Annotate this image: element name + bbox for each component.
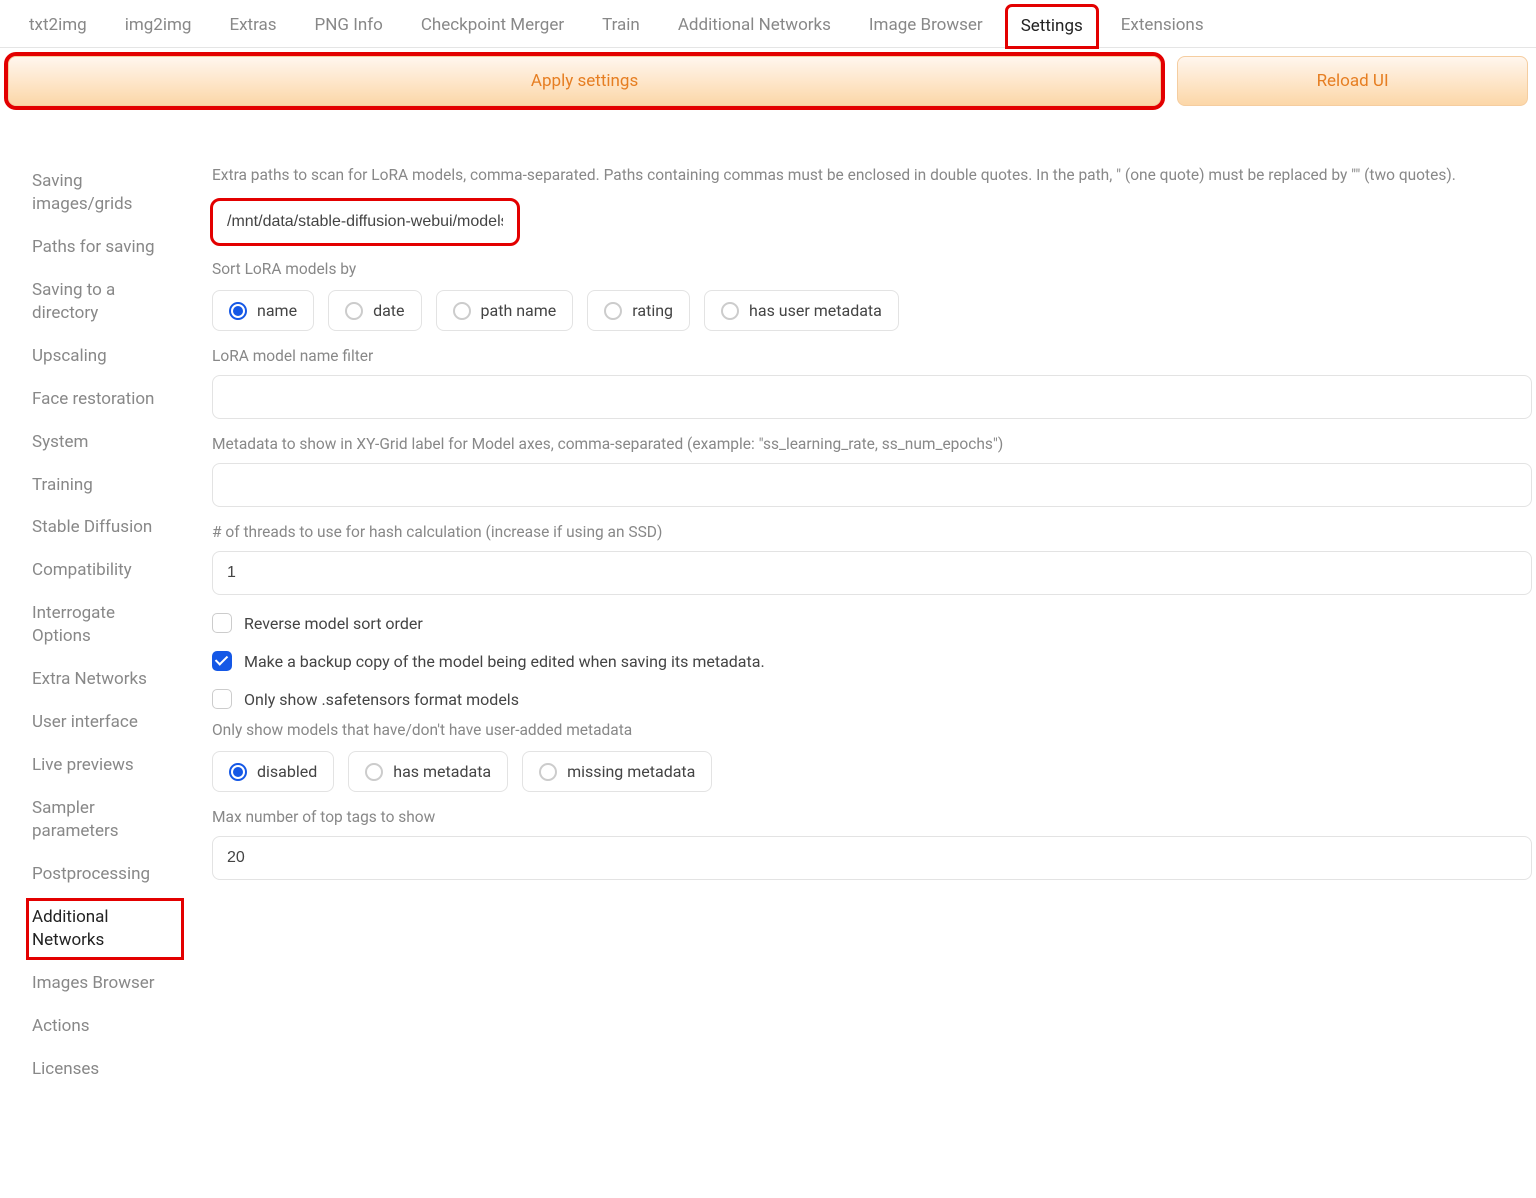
sidebar-item-upscaling[interactable]: Upscaling [28,339,182,374]
only-metadata-radio-missing[interactable]: missing metadata [522,751,712,792]
sidebar-item-system[interactable]: System [28,425,182,460]
radio-label: rating [632,301,673,320]
sidebar-item-extra-networks[interactable]: Extra Networks [28,662,182,697]
threads-label: # of threads to use for hash calculation… [212,523,1532,541]
checkbox-label: Reverse model sort order [244,614,423,633]
sort-label: Sort LoRA models by [212,260,1532,278]
checkbox-label: Make a backup copy of the model being ed… [244,652,765,671]
sort-radio-rating[interactable]: rating [587,290,690,331]
radio-label: has metadata [393,762,491,781]
max-tags-label: Max number of top tags to show [212,808,1532,826]
radio-icon [229,302,247,320]
action-button-row: Apply settings Reload UI [0,48,1536,114]
settings-sidebar: Saving images/grids Paths for saving Sav… [12,164,182,1087]
only-metadata-radio-group: disabled has metadata missing metadata [212,751,1532,792]
tab-img2img[interactable]: img2img [110,4,207,47]
radio-icon [721,302,739,320]
only-safetensors-checkbox-row[interactable]: Only show .safetensors format models [212,689,1532,709]
backup-checkbox-row[interactable]: Make a backup copy of the model being ed… [212,651,1532,671]
tab-txt2img[interactable]: txt2img [14,4,102,47]
sort-radio-date[interactable]: date [328,290,421,331]
radio-label: date [373,301,404,320]
extra-paths-description: Extra paths to scan for LoRA models, com… [212,164,1532,186]
radio-icon [365,763,383,781]
sidebar-item-actions[interactable]: Actions [28,1009,182,1044]
checkbox-icon [212,613,232,633]
radio-label: disabled [257,762,317,781]
tab-extras[interactable]: Extras [214,4,291,47]
sidebar-item-user-interface[interactable]: User interface [28,705,182,740]
sort-radio-group: name date path name rating has user meta… [212,290,1532,331]
metadata-label: Metadata to show in XY-Grid label for Mo… [212,435,1532,453]
sidebar-item-training[interactable]: Training [28,468,182,503]
checkbox-label: Only show .safetensors format models [244,690,519,709]
sort-radio-name[interactable]: name [212,290,314,331]
sort-radio-path-name[interactable]: path name [436,290,574,331]
tab-extensions[interactable]: Extensions [1106,4,1219,47]
sidebar-item-images-browser[interactable]: Images Browser [28,966,182,1001]
tab-train[interactable]: Train [587,4,655,47]
sidebar-item-saving-directory[interactable]: Saving to a directory [28,273,182,331]
sidebar-item-stable-diffusion[interactable]: Stable Diffusion [28,510,182,545]
name-filter-input[interactable] [212,375,1532,419]
extra-paths-input[interactable] [212,200,518,244]
checkbox-icon [212,689,232,709]
tab-settings[interactable]: Settings [1006,5,1098,48]
tab-additional-networks[interactable]: Additional Networks [663,4,846,47]
sidebar-item-paths-saving[interactable]: Paths for saving [28,230,182,265]
sidebar-item-additional-networks[interactable]: Additional Networks [28,900,182,958]
radio-label: name [257,301,297,320]
name-filter-label: LoRA model name filter [212,347,1532,365]
radio-icon [539,763,557,781]
radio-label: missing metadata [567,762,695,781]
radio-icon [345,302,363,320]
tab-image-browser[interactable]: Image Browser [854,4,998,47]
apply-settings-button[interactable]: Apply settings [8,56,1161,106]
threads-input[interactable] [212,551,1532,595]
reload-ui-button[interactable]: Reload UI [1177,56,1528,106]
max-tags-input[interactable] [212,836,1532,880]
top-tabs: txt2img img2img Extras PNG Info Checkpoi… [0,0,1536,48]
radio-label: path name [481,301,557,320]
sidebar-item-live-previews[interactable]: Live previews [28,748,182,783]
radio-icon [229,763,247,781]
sidebar-item-sampler-parameters[interactable]: Sampler parameters [28,791,182,849]
tab-checkpoint-merger[interactable]: Checkpoint Merger [406,4,579,47]
sidebar-item-postprocessing[interactable]: Postprocessing [28,857,182,892]
sidebar-item-compatibility[interactable]: Compatibility [28,553,182,588]
sidebar-item-face-restoration[interactable]: Face restoration [28,382,182,417]
metadata-input[interactable] [212,463,1532,507]
sort-radio-has-user-metadata[interactable]: has user metadata [704,290,899,331]
only-metadata-radio-has[interactable]: has metadata [348,751,508,792]
sidebar-item-licenses[interactable]: Licenses [28,1052,182,1087]
sidebar-item-interrogate-options[interactable]: Interrogate Options [28,596,182,654]
reverse-sort-checkbox-row[interactable]: Reverse model sort order [212,613,1532,633]
only-metadata-label: Only show models that have/don't have us… [212,721,1532,739]
only-metadata-radio-disabled[interactable]: disabled [212,751,334,792]
tab-png-info[interactable]: PNG Info [300,4,398,47]
checkbox-icon [212,651,232,671]
radio-icon [604,302,622,320]
radio-icon [453,302,471,320]
settings-content: Extra paths to scan for LoRA models, com… [212,164,1536,1087]
sidebar-item-saving-images[interactable]: Saving images/grids [28,164,182,222]
radio-label: has user metadata [749,301,882,320]
